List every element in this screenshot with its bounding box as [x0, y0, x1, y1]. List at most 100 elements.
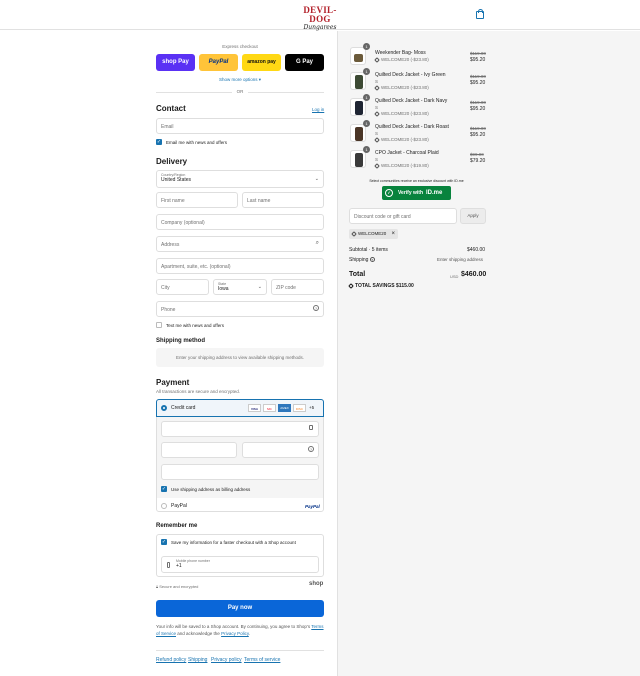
show-more-options-link[interactable]: Show more options ▾ — [156, 77, 324, 83]
payment-heading: Payment — [156, 378, 190, 387]
verify-idme-button[interactable]: ✓ Verify with ID.me — [382, 186, 451, 200]
shop-pay-button[interactable]: shop Pay — [156, 54, 195, 71]
privacy-link[interactable]: Privacy Policy — [221, 631, 249, 636]
paypal-radio[interactable] — [161, 503, 167, 509]
text-offers-label: Text me with news and offers — [166, 323, 224, 328]
logo-top: DEVIL-DOG — [303, 5, 337, 24]
shipping-policy-link[interactable]: Shipping — [188, 657, 207, 663]
amazon-pay-button[interactable]: amazon pay — [242, 54, 281, 71]
company-field[interactable]: Company (optional) — [156, 214, 324, 230]
secure-label: 🔒︎ Secure and encrypted — [156, 584, 199, 589]
visa-icon: VISA — [248, 404, 261, 412]
delivery-heading: Delivery — [156, 157, 188, 166]
original-price: $119.00 — [470, 126, 486, 131]
shipping-method-message: Enter your shipping address to view avai… — [156, 348, 324, 367]
security-code-field[interactable]: ? — [242, 442, 319, 458]
product-thumbnail — [350, 124, 366, 142]
tag-icon — [374, 56, 380, 63]
expiration-field[interactable] — [161, 442, 237, 458]
chevron-down-icon: ⌄ — [314, 176, 319, 182]
tag-icon — [351, 230, 357, 237]
tag-icon — [374, 84, 380, 91]
tag-icon — [374, 110, 380, 117]
original-price: $119.00 — [470, 74, 486, 79]
terms-of-service-link[interactable]: Terms of service — [244, 657, 280, 663]
mobile-phone-value: +1 — [176, 563, 182, 569]
quantity-badge: 1 — [363, 146, 370, 153]
quantity-badge: 1 — [363, 68, 370, 75]
discount-line: WELCOME20 (-$19.80) — [374, 162, 429, 169]
credit-card-radio[interactable] — [161, 405, 167, 411]
quantity-badge: 1 — [363, 43, 370, 50]
total-value: $460.00 — [461, 271, 487, 278]
original-price: $119.00 — [470, 51, 486, 56]
phone-field[interactable]: Phone ? — [156, 301, 324, 317]
shipping-label: Shipping ? — [349, 257, 375, 263]
discount-line: WELCOME20 (-$23.80) — [374, 84, 429, 91]
state-select[interactable]: State Iowa ⌄ — [213, 279, 267, 295]
refund-policy-link[interactable]: Refund policy — [156, 657, 186, 663]
paypal-button[interactable]: PayPal — [199, 54, 238, 71]
product-name: Quilted Deck Jacket - Ivy Green — [375, 72, 446, 78]
name-on-card-field[interactable] — [161, 464, 319, 480]
apartment-field[interactable]: Apartment, suite, etc. (optional) — [156, 258, 324, 274]
mobile-phone-field[interactable]: Mobile phone number +1 — [161, 556, 319, 573]
text-offers-checkbox[interactable] — [156, 322, 162, 328]
lock-icon: 🔒︎ — [156, 584, 159, 589]
google-pay-button[interactable]: G Pay — [285, 54, 324, 71]
country-select[interactable]: Country/Region United States ⌄ — [156, 170, 324, 188]
address-placeholder: Address — [161, 242, 180, 248]
product-thumbnail — [350, 72, 366, 90]
or-divider-label: OR — [232, 89, 248, 94]
phone-icon — [167, 562, 170, 568]
original-price: $119.00 — [470, 100, 486, 105]
variant: S — [375, 79, 379, 84]
pay-now-button[interactable]: Pay now — [156, 600, 324, 617]
variant: S — [375, 105, 379, 110]
address-field[interactable]: Address ⌕ — [156, 236, 324, 252]
billing-checkbox-label: Use shipping address as billing address — [171, 487, 251, 492]
last-name-field[interactable]: Last name — [242, 192, 324, 208]
tag-icon — [374, 136, 380, 143]
login-link[interactable]: Log in — [312, 107, 324, 112]
paypal-logo: PayPal — [305, 504, 320, 509]
help-icon[interactable]: ? — [308, 446, 314, 452]
email-field[interactable]: Email — [156, 118, 324, 134]
store-logo[interactable]: DEVIL-DOG Dungarees — [296, 6, 344, 31]
card-number-field[interactable] — [161, 421, 319, 437]
product-name: CPO Jacket - Charcoal Plaid — [375, 150, 439, 156]
amex-icon: AMEX — [278, 404, 291, 412]
discount-line: WELCOME20 (-$23.80) — [374, 56, 429, 63]
chevron-down-icon: ⌄ — [257, 284, 262, 290]
city-field[interactable]: City — [156, 279, 209, 295]
tag-icon — [348, 282, 354, 289]
discount-line: WELCOME20 (-$23.80) — [374, 110, 429, 117]
close-icon[interactable]: × — [392, 231, 396, 237]
total-label: Total — [349, 271, 366, 278]
country-value: United States — [161, 177, 192, 183]
shopping-bag-icon[interactable] — [476, 8, 484, 19]
save-info-label: Save my information for a faster checkou… — [171, 540, 296, 545]
paypal-option-label[interactable]: PayPal — [171, 503, 187, 509]
product-thumbnail — [350, 150, 366, 168]
product-name: Weekender Bag- Moss — [375, 50, 426, 56]
help-icon[interactable]: ? — [369, 257, 375, 263]
divider — [156, 650, 324, 651]
billing-checkbox[interactable]: ✓ — [161, 486, 167, 492]
help-icon[interactable]: ? — [313, 305, 319, 311]
item-price: $95.20 — [470, 106, 486, 112]
variant: S — [375, 157, 379, 162]
product-thumbnail — [350, 98, 366, 116]
news-checkbox[interactable]: ✓ — [156, 139, 162, 145]
contact-heading: Contact — [156, 104, 186, 113]
item-price: $95.20 — [470, 57, 486, 63]
discount-code-input[interactable]: Discount code or gift card — [349, 208, 457, 224]
news-checkbox-label: Email me with news and offers — [166, 140, 227, 145]
save-info-checkbox[interactable]: ✓ — [161, 539, 167, 545]
zip-field[interactable]: ZIP code — [271, 279, 324, 295]
shipping-method-heading: Shipping method — [156, 338, 205, 344]
privacy-policy-link[interactable]: Privacy policy — [211, 657, 242, 663]
first-name-field[interactable]: First name — [156, 192, 238, 208]
applied-code: WELCOME20 — [358, 231, 387, 236]
apply-button[interactable]: Apply — [460, 208, 486, 224]
